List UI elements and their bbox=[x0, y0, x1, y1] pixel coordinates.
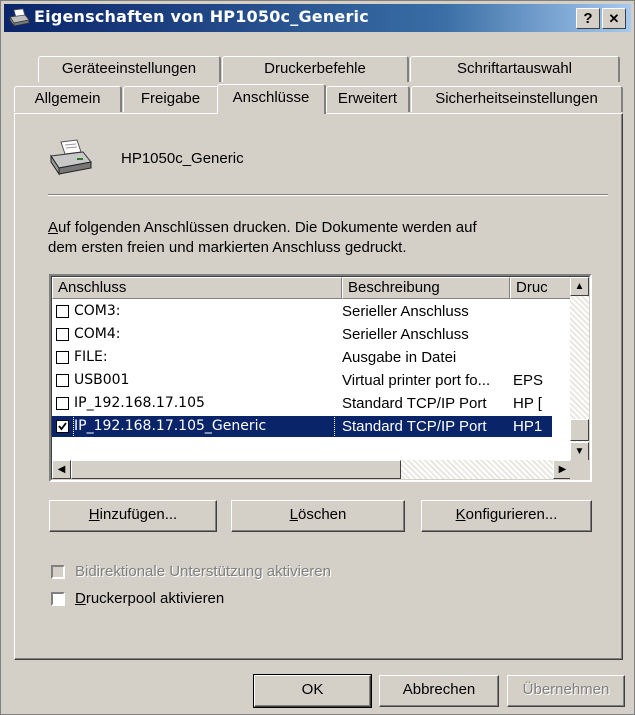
port-description: Standard TCP/IP Port bbox=[342, 418, 487, 435]
title-bar[interactable]: Eigenschaften von HP1050c_Generic ? ✕ bbox=[4, 4, 631, 32]
port-printer: HP [ bbox=[513, 395, 542, 412]
delete-port-button[interactable]: Löschen bbox=[231, 500, 405, 532]
printer-pool-checkbox[interactable] bbox=[51, 592, 65, 606]
bidirectional-checkbox[interactable] bbox=[51, 565, 65, 579]
port-row[interactable]: USB001 Virtual printer port fo... EPS bbox=[52, 370, 552, 391]
delete-port-label: öschen bbox=[297, 506, 347, 523]
tab-druckerbefehle[interactable]: Druckerbefehle bbox=[222, 56, 409, 82]
tab-freigabe[interactable]: Freigabe bbox=[123, 86, 219, 112]
column-header-port[interactable]: Anschluss bbox=[52, 277, 342, 299]
add-port-accel: H bbox=[88, 506, 100, 523]
port-checkbox[interactable] bbox=[56, 420, 69, 433]
port-printer: HP1 bbox=[513, 418, 543, 435]
port-name: COM4: bbox=[74, 326, 121, 342]
properties-dialog: Eigenschaften von HP1050c_Generic ? ✕ Ge… bbox=[0, 0, 635, 715]
port-checkbox[interactable] bbox=[56, 397, 69, 410]
help-button[interactable]: ? bbox=[576, 8, 600, 29]
printer-icon bbox=[9, 8, 30, 28]
port-row[interactable]: COM3: Serieller Anschluss bbox=[52, 301, 552, 322]
bidirectional-label: Bidirektionale Unterstützung aktivieren bbox=[75, 563, 331, 580]
port-description: Virtual printer port fo... bbox=[342, 372, 491, 389]
port-checkbox[interactable] bbox=[56, 305, 69, 318]
separator bbox=[48, 194, 608, 196]
printer-name: HP1050c_Generic bbox=[121, 150, 244, 167]
ports-list[interactable]: Anschluss Beschreibung Druc COM3: Seriell… bbox=[49, 274, 592, 482]
scroll-down-arrow-icon[interactable]: ▼ bbox=[570, 442, 589, 461]
configure-port-label: onfigurieren... bbox=[465, 506, 558, 523]
port-printer: EPS bbox=[513, 372, 544, 389]
ok-label: OK bbox=[301, 681, 324, 698]
vertical-scroll-thumb[interactable] bbox=[570, 419, 589, 441]
port-description: Serieller Anschluss bbox=[342, 326, 469, 343]
cancel-button[interactable]: Abbrechen bbox=[379, 675, 499, 707]
column-header-description[interactable]: Beschreibung bbox=[342, 277, 510, 299]
delete-port-accel: L bbox=[289, 506, 298, 523]
apply-label: Übernehmen bbox=[522, 681, 610, 698]
port-row[interactable]: IP_192.168.17.105_Generic Standard TCP/IP… bbox=[52, 415, 552, 438]
port-row[interactable]: COM4: Serieller Anschluss bbox=[52, 324, 552, 345]
port-name: USB001 bbox=[74, 372, 130, 388]
scroll-up-arrow-icon[interactable]: ▲ bbox=[570, 277, 589, 296]
port-description: Standard TCP/IP Port bbox=[342, 395, 487, 412]
scroll-corner bbox=[570, 460, 589, 479]
add-port-button[interactable]: Hinzufügen... bbox=[49, 500, 217, 532]
port-description: Serieller Anschluss bbox=[342, 303, 469, 320]
column-header-printer[interactable]: Druc bbox=[510, 277, 572, 299]
close-button[interactable]: ✕ bbox=[602, 8, 626, 29]
tab-erweitert[interactable]: Erweitert bbox=[326, 86, 410, 112]
tab-sicherheitseinstellungen[interactable]: Sicherheitseinstellungen bbox=[411, 86, 623, 112]
checkmark-icon bbox=[58, 422, 67, 431]
port-description: Ausgabe in Datei bbox=[342, 349, 457, 366]
tab-allgemein[interactable]: Allgemein bbox=[14, 86, 122, 112]
ports-description: Auf folgenden Anschlüssen drucken. Die D… bbox=[48, 218, 608, 258]
port-checkbox[interactable] bbox=[56, 351, 69, 364]
tab-schriftartauswahl[interactable]: Schriftartauswahl bbox=[410, 56, 620, 82]
description-line-2: dem ersten freien und markierten Anschlu… bbox=[48, 239, 407, 256]
printer-icon bbox=[50, 139, 92, 176]
vertical-scrollbar[interactable]: ▲ ▼ bbox=[570, 277, 589, 461]
add-port-label: inzufügen... bbox=[99, 506, 178, 523]
port-name: IP_192.168.17.105 bbox=[74, 395, 205, 411]
printer-pool-label: Druckerpool aktivieren bbox=[75, 590, 225, 607]
window-title: Eigenschaften von HP1050c_Generic bbox=[34, 7, 369, 26]
port-name: COM3: bbox=[74, 303, 121, 319]
configure-port-button[interactable]: Konfigurieren... bbox=[421, 500, 592, 532]
port-checkbox[interactable] bbox=[56, 374, 69, 387]
horizontal-scroll-thumb[interactable] bbox=[71, 460, 401, 479]
tab-panel-anschluesse: HP1050c_Generic Auf folgenden Anschlüsse… bbox=[14, 113, 623, 660]
tab-geraeteeinstellungen[interactable]: Geräteeinstellungen bbox=[38, 56, 221, 82]
apply-button[interactable]: Übernehmen bbox=[507, 675, 625, 707]
port-name: IP_192.168.17.105_Generic bbox=[73, 415, 335, 438]
port-name: FILE: bbox=[74, 349, 108, 365]
tab-anschluesse[interactable]: Anschlüsse bbox=[217, 84, 326, 114]
scroll-left-arrow-icon[interactable]: ◀ bbox=[52, 460, 71, 479]
ok-button[interactable]: OK bbox=[253, 674, 372, 708]
port-checkbox[interactable] bbox=[56, 328, 69, 341]
port-row[interactable]: FILE: Ausgabe in Datei bbox=[52, 347, 552, 368]
horizontal-scrollbar[interactable]: ◀ ▶ bbox=[52, 460, 572, 479]
port-row[interactable]: IP_192.168.17.105 Standard TCP/IP Port HP … bbox=[52, 393, 552, 414]
configure-port-accel: K bbox=[455, 506, 466, 523]
description-line-1: Auf folgenden Anschlüssen drucken. Die D… bbox=[48, 219, 477, 236]
cancel-label: Abbrechen bbox=[402, 681, 476, 698]
